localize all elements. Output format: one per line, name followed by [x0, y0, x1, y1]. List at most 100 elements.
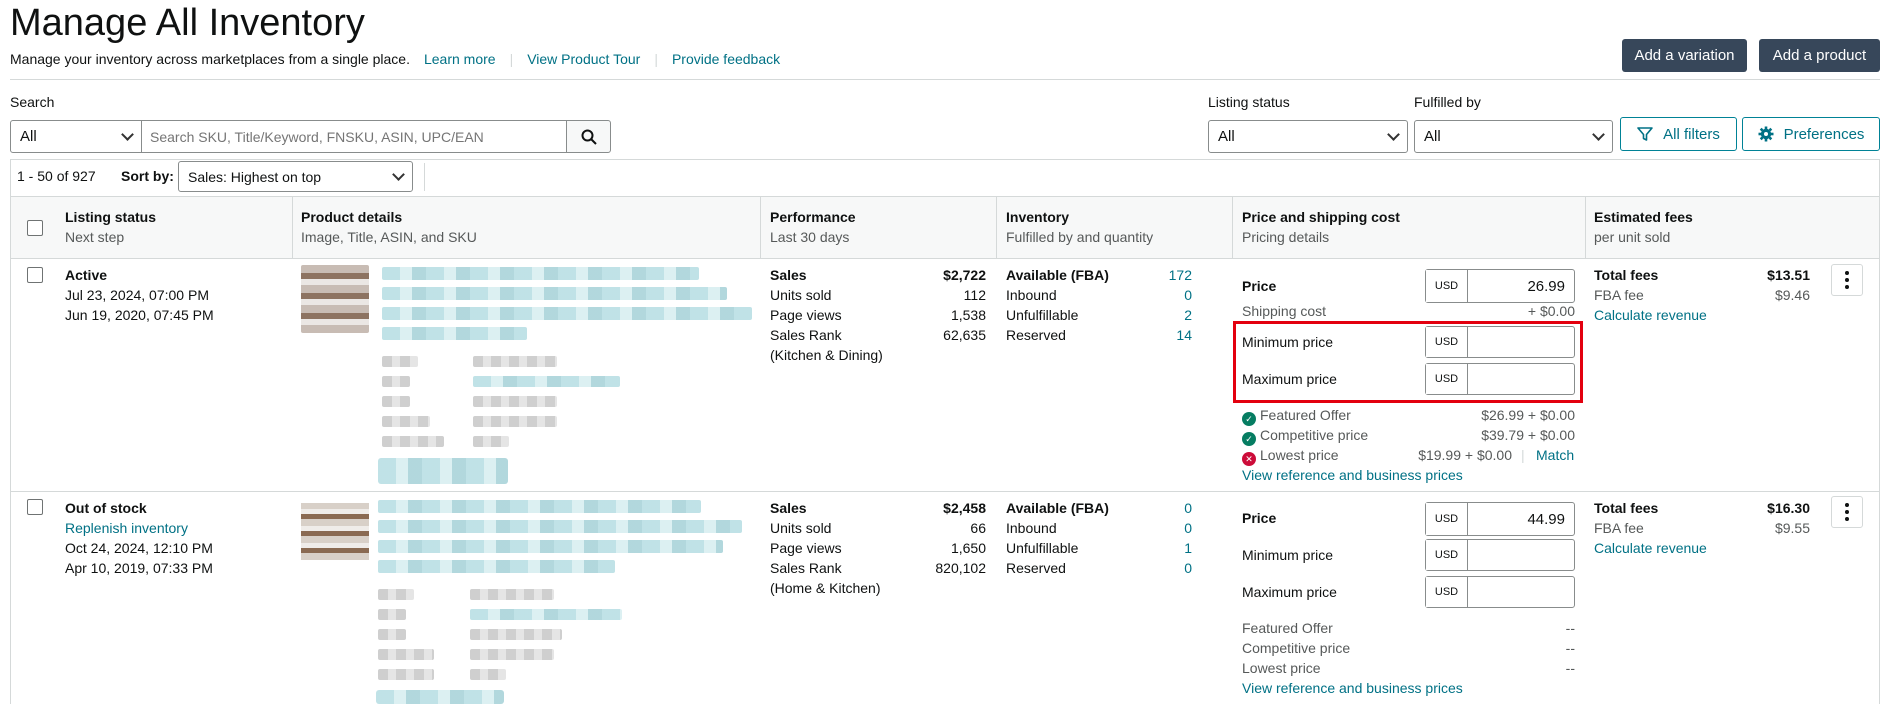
status-text: Out of stock	[65, 500, 147, 516]
product-asin[interactable]	[470, 609, 622, 620]
product-title[interactable]	[378, 500, 701, 513]
available-qty[interactable]: 172	[1169, 265, 1192, 285]
price-input[interactable]: USD 44.99	[1425, 502, 1575, 536]
search-icon	[581, 129, 597, 145]
row-checkbox[interactable]	[27, 267, 43, 283]
search-input[interactable]	[141, 120, 567, 153]
col-divider	[1585, 196, 1586, 259]
product-attribute-label	[378, 649, 434, 660]
available-label: Available (FBA)	[1006, 500, 1109, 516]
sales-value: $2,458	[943, 500, 986, 516]
sort-label: Sort by:	[121, 168, 174, 184]
fba-fee-value: $9.55	[1774, 520, 1810, 536]
all-filters-button[interactable]: All filters	[1620, 117, 1737, 151]
col-listing-status[interactable]: Listing status Next step	[65, 209, 156, 245]
reference-prices-link[interactable]: View reference and business prices	[1242, 465, 1463, 485]
rank-label: Sales Rank	[770, 560, 842, 576]
price-value[interactable]: 44.99	[1468, 503, 1574, 535]
col-product-details[interactable]: Product details Image, Title, ASIN, and …	[301, 209, 477, 245]
add-variation-button[interactable]: Add a variation	[1622, 39, 1747, 72]
sort-select[interactable]: Sales: Highest on top	[178, 161, 413, 192]
header-subtitle-row: Manage your inventory across marketplace…	[10, 51, 780, 67]
product-title[interactable]	[382, 267, 699, 280]
calculate-revenue-link[interactable]: Calculate revenue	[1594, 538, 1810, 558]
min-price-value[interactable]	[1468, 540, 1574, 570]
all-filters-label: All filters	[1663, 125, 1720, 143]
product-image[interactable]	[301, 265, 369, 333]
divider: |	[509, 51, 514, 67]
product-title[interactable]	[378, 540, 723, 553]
product-badge[interactable]	[378, 458, 508, 484]
fulfilled-by-select[interactable]: All	[1414, 120, 1613, 153]
max-price-value[interactable]	[1468, 577, 1574, 607]
chevron-down-icon	[1387, 127, 1400, 141]
reserved-qty[interactable]: 14	[1176, 325, 1192, 345]
inbound-qty[interactable]: 0	[1184, 285, 1192, 305]
provide-feedback-link[interactable]: Provide feedback	[672, 51, 780, 67]
view-product-tour-link[interactable]: View Product Tour	[527, 51, 640, 67]
product-asin[interactable]	[473, 376, 620, 387]
unfulfillable-label: Unfulfillable	[1006, 307, 1079, 323]
inbound-label: Inbound	[1006, 520, 1057, 536]
divider: |	[654, 51, 658, 67]
col-price-shipping[interactable]: Price and shipping cost Pricing details	[1242, 209, 1400, 245]
row-checkbox[interactable]	[27, 499, 43, 515]
featured-label: Featured Offer	[1242, 620, 1333, 636]
currency-label: USD	[1426, 540, 1468, 570]
price-label: Price	[1242, 510, 1277, 526]
product-title[interactable]	[378, 560, 615, 573]
price-value[interactable]: 26.99	[1468, 270, 1574, 302]
competitive-value: $39.79 + $0.00	[1481, 427, 1575, 443]
inbound-qty[interactable]: 0	[1184, 518, 1192, 538]
row-actions-menu-button[interactable]	[1831, 264, 1863, 296]
reserved-qty[interactable]: 0	[1184, 558, 1192, 578]
min-price-value[interactable]	[1468, 327, 1574, 357]
listing-status-select[interactable]: All	[1208, 120, 1408, 153]
col-inventory[interactable]: Inventory Fulfilled by and quantity	[1006, 209, 1153, 245]
col-estimated-fees[interactable]: Estimated fees per unit sold	[1594, 209, 1693, 245]
match-link[interactable]: Match	[1536, 445, 1574, 465]
product-attribute-value	[473, 396, 557, 407]
min-price-label: Minimum price	[1242, 547, 1334, 563]
replenish-inventory-link[interactable]: Replenish inventory	[65, 518, 213, 538]
min-price-input[interactable]: USD	[1425, 539, 1575, 571]
max-price-input[interactable]: USD	[1425, 363, 1575, 395]
product-title[interactable]	[378, 520, 742, 533]
price-input[interactable]: USD 26.99	[1425, 269, 1575, 303]
product-title[interactable]	[382, 287, 727, 300]
unfulfillable-qty[interactable]: 2	[1184, 305, 1192, 325]
search-button[interactable]	[566, 120, 611, 153]
views-value: 1,650	[950, 540, 986, 556]
reference-prices-link[interactable]: View reference and business prices	[1242, 678, 1463, 698]
max-price-input[interactable]: USD	[1425, 576, 1575, 608]
select-all-checkbox[interactable]	[27, 220, 43, 236]
min-price-input[interactable]: USD	[1425, 326, 1575, 358]
sales-label: Sales	[770, 267, 807, 283]
add-product-button[interactable]: Add a product	[1759, 39, 1880, 72]
currency-label: USD	[1426, 270, 1468, 302]
product-attribute-label	[382, 376, 410, 387]
unfulfillable-label: Unfulfillable	[1006, 540, 1079, 556]
col-performance[interactable]: Performance Last 30 days	[770, 209, 856, 245]
product-title[interactable]	[382, 307, 752, 320]
calculate-revenue-link[interactable]: Calculate revenue	[1594, 305, 1810, 325]
product-image[interactable]	[301, 503, 369, 560]
available-qty[interactable]: 0	[1184, 498, 1192, 518]
views-value: 1,538	[950, 307, 986, 323]
product-badge[interactable]	[376, 690, 504, 704]
learn-more-link[interactable]: Learn more	[424, 51, 496, 67]
product-attribute-value	[470, 629, 562, 640]
product-title[interactable]	[382, 327, 527, 340]
currency-label: USD	[1426, 503, 1468, 535]
price-label: Price	[1242, 278, 1277, 294]
product-attribute-label	[378, 609, 406, 620]
row-actions-menu-button[interactable]	[1831, 496, 1863, 528]
product-attribute-label	[382, 356, 418, 367]
sort-value: Sales: Highest on top	[188, 168, 322, 185]
rank-category: (Kitchen & Dining)	[770, 347, 883, 363]
max-price-value[interactable]	[1468, 364, 1574, 394]
unfulfillable-qty[interactable]: 1	[1184, 538, 1192, 558]
search-scope-select[interactable]: All	[10, 120, 142, 153]
lowest-label: Lowest price	[1260, 447, 1339, 463]
preferences-button[interactable]: Preferences	[1742, 117, 1880, 151]
